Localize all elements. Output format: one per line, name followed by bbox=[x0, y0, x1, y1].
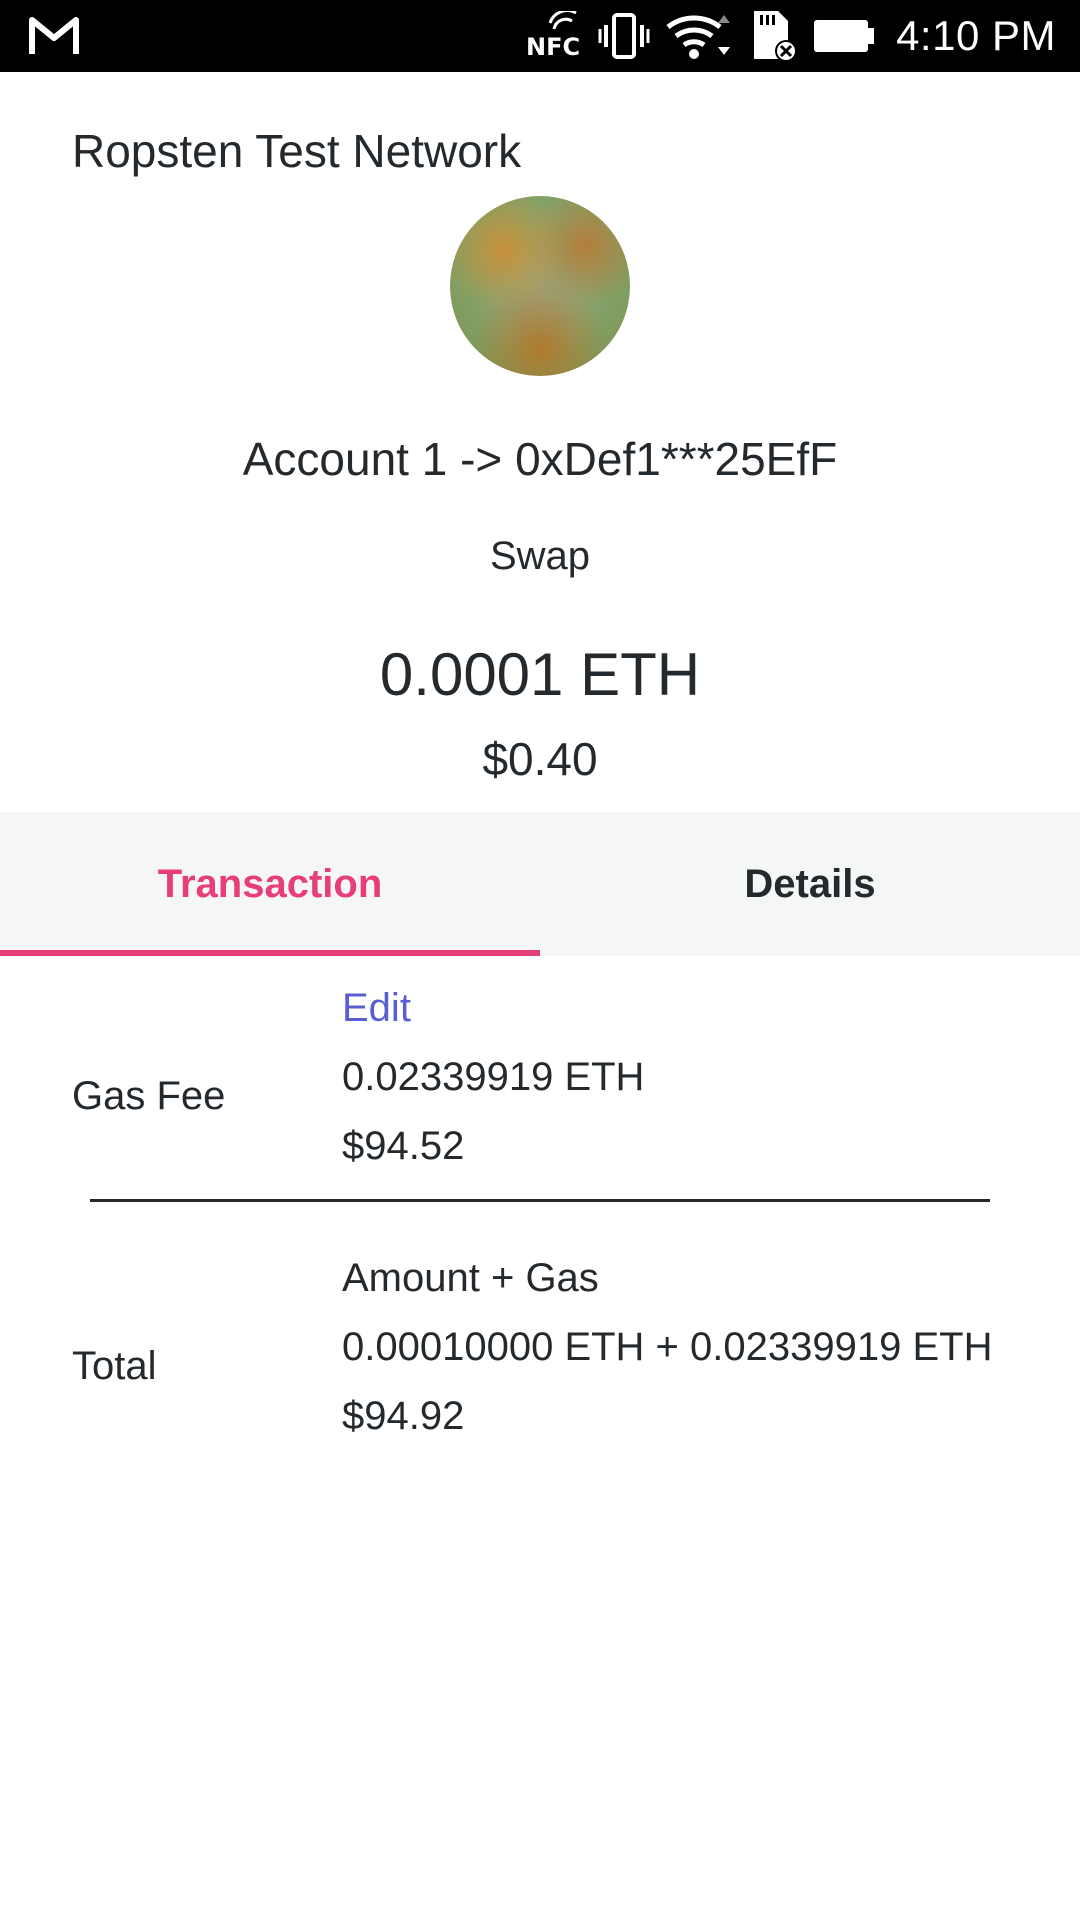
active-tab-indicator bbox=[0, 950, 540, 956]
tab-transaction[interactable]: Transaction bbox=[0, 812, 540, 956]
vibrate-icon bbox=[598, 11, 650, 61]
total-fiat: $94.92 bbox=[342, 1394, 465, 1438]
total-caption: Amount + Gas bbox=[342, 1256, 599, 1300]
account-transfer-line: Account 1 -> 0xDef1***25EfF bbox=[242, 433, 838, 485]
transaction-fiat-amount: $0.40 bbox=[482, 733, 598, 785]
svg-text:NFC: NFC bbox=[526, 33, 580, 61]
battery-icon bbox=[812, 16, 876, 56]
status-icons: NFC 4:10 PM bbox=[524, 0, 1056, 72]
status-bar: NFC 4:10 PM bbox=[0, 0, 1080, 72]
divider bbox=[90, 1199, 990, 1202]
gas-fee-eth: 0.02339919 ETH bbox=[342, 1055, 645, 1099]
tab-details[interactable]: Details bbox=[540, 812, 1080, 956]
edit-gas-fee-link[interactable]: Edit bbox=[342, 986, 411, 1031]
sd-card-icon bbox=[748, 9, 798, 63]
gmail-icon bbox=[28, 14, 80, 58]
gas-fee-fiat: $94.52 bbox=[342, 1124, 465, 1168]
status-time: 4:10 PM bbox=[896, 12, 1056, 59]
transaction-action: Swap bbox=[489, 534, 591, 578]
transaction-amount: 0.0001 ETH bbox=[379, 641, 701, 708]
total-eth: 0.00010000 ETH + 0.02339919 ETH bbox=[342, 1325, 993, 1369]
gas-fee-label: Gas Fee bbox=[72, 1074, 226, 1118]
nfc-icon: NFC bbox=[524, 11, 584, 61]
account-avatar bbox=[450, 196, 630, 376]
tab-bar: Transaction Details bbox=[0, 812, 1080, 956]
total-label: Total bbox=[72, 1344, 157, 1388]
wifi-icon bbox=[664, 11, 734, 61]
network-name[interactable]: Ropsten Test Network bbox=[72, 124, 521, 178]
